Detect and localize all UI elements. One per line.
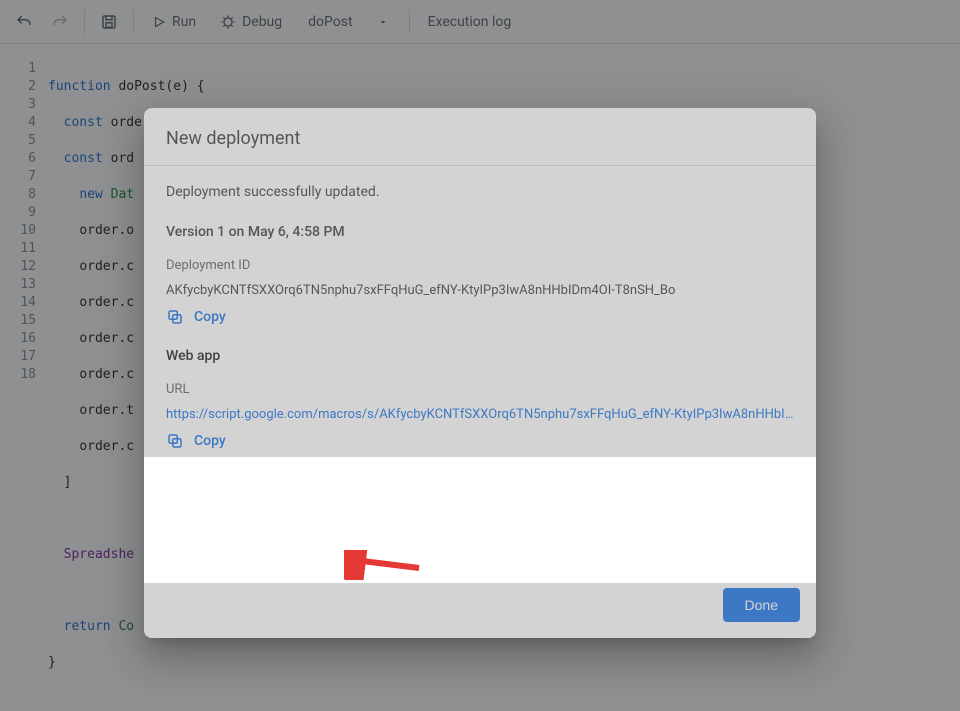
copy-icon: [166, 432, 184, 450]
deployment-id-label: Deployment ID: [166, 258, 794, 273]
done-button[interactable]: Done: [723, 588, 800, 622]
copy-url-button[interactable]: Copy: [166, 432, 794, 450]
modal-scrim: New deployment Deployment successfully u…: [0, 0, 960, 711]
url-label: URL: [166, 382, 794, 397]
copy-icon: [166, 308, 184, 326]
copy-deployment-id-button[interactable]: Copy: [166, 308, 794, 326]
webapp-url-link[interactable]: https://script.google.com/macros/s/AKfyc…: [166, 407, 794, 422]
dialog-footer: Done: [144, 576, 816, 638]
copy-label: Copy: [194, 309, 226, 325]
deployment-id-value: AKfycbyKCNTfSXXOrq6TN5nphu7sxFFqHuG_efNY…: [166, 283, 794, 298]
deployment-dialog: New deployment Deployment successfully u…: [144, 108, 816, 638]
copy-label: Copy: [194, 433, 226, 449]
dialog-body: Deployment successfully updated. Version…: [144, 166, 816, 576]
dialog-title: New deployment: [144, 108, 816, 166]
version-line: Version 1 on May 6, 4:58 PM: [166, 224, 794, 240]
webapp-section-title: Web app: [166, 348, 794, 364]
success-message: Deployment successfully updated.: [166, 184, 794, 200]
